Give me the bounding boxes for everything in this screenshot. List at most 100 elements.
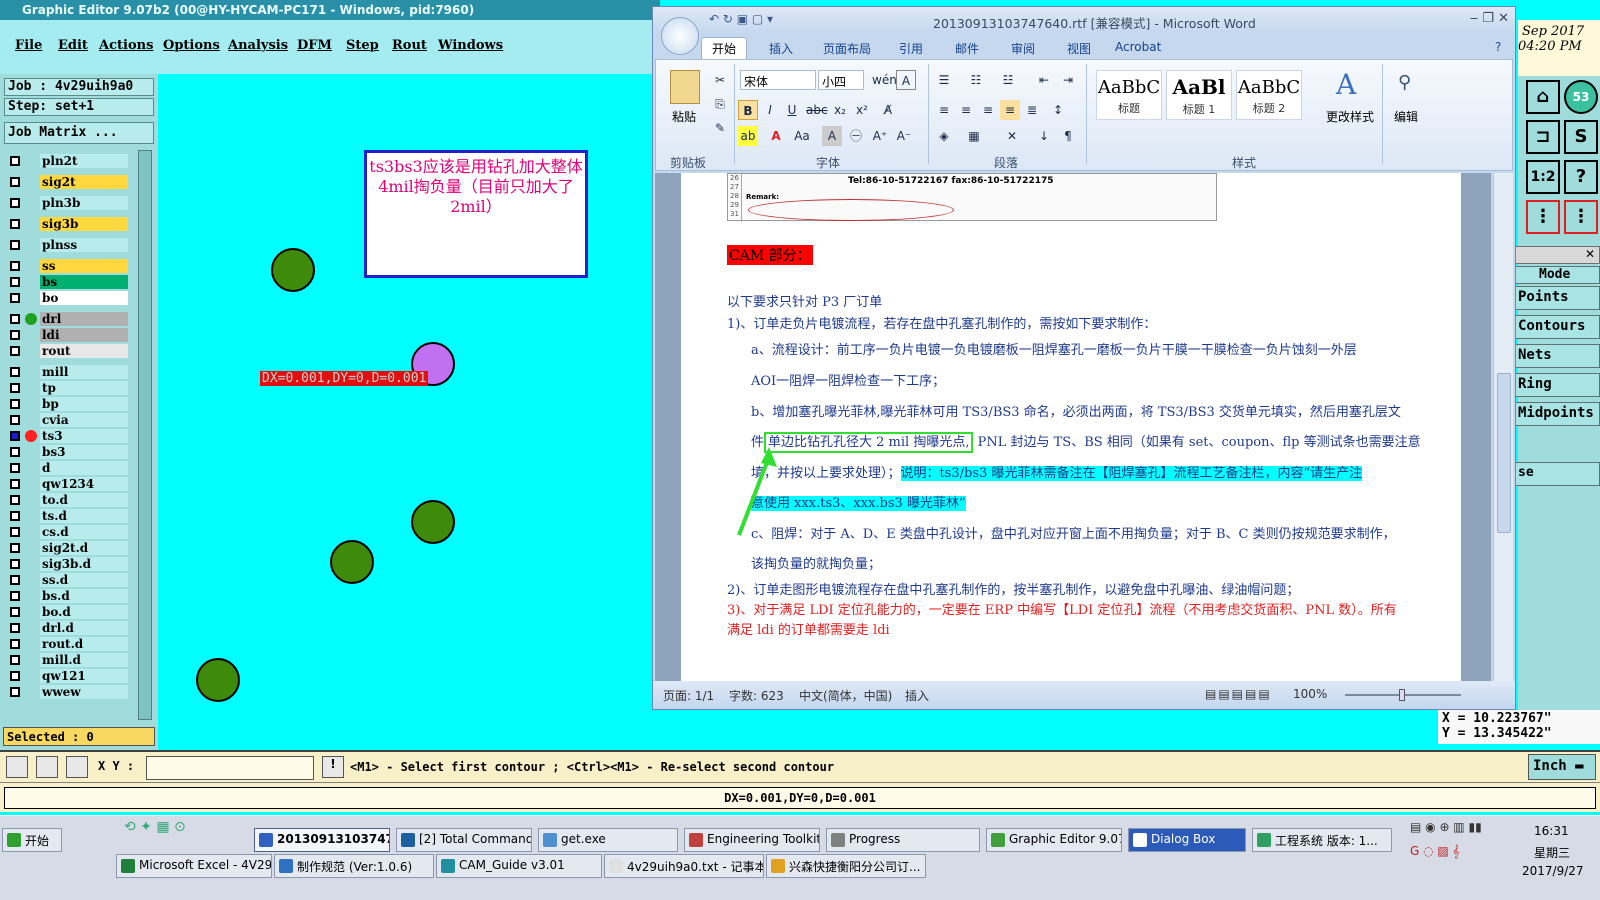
snap-icon[interactable]: ⊐ [1526, 120, 1560, 154]
home-icon[interactable]: ⌂ [1526, 80, 1560, 114]
layer-name[interactable]: rout.d [40, 637, 128, 651]
decrease-indent-icon[interactable]: ⇤ [1034, 70, 1054, 90]
layer-checkbox[interactable] [10, 314, 20, 324]
layer-name[interactable]: bo.d [40, 605, 128, 619]
menu-edit[interactable]: Edit [58, 38, 88, 53]
tool2-icon[interactable] [36, 756, 58, 778]
layer-row[interactable]: d [6, 461, 128, 475]
taskbar-button[interactable]: Graphic Editor 9.07b... [986, 828, 1122, 852]
layer-name[interactable]: sig2t.d [40, 541, 128, 555]
layer-checkbox[interactable] [10, 495, 20, 505]
snap-midpoints[interactable]: Midpoints [1514, 402, 1600, 426]
char-shading-icon[interactable]: A [822, 126, 842, 146]
justify-icon[interactable]: ≡ [1000, 100, 1020, 120]
layer-checkbox[interactable] [10, 277, 20, 287]
superscript-icon[interactable]: x² [852, 100, 872, 120]
layer-row[interactable]: qw1234 [6, 477, 128, 491]
document-page[interactable]: 26 27 28 29 31 Tel:86-10-51722167 fax:86-10-… [681, 173, 1461, 681]
layer-checkbox[interactable] [10, 623, 20, 633]
start-button[interactable]: 开始 [2, 828, 62, 852]
layer-row[interactable]: bo [6, 291, 128, 305]
italic-icon[interactable]: I [760, 100, 780, 120]
layer-name[interactable]: rout [40, 344, 128, 358]
subscript-icon[interactable]: x₂ [830, 100, 850, 120]
layer-row[interactable]: rout.d [6, 637, 128, 651]
layer-tool2-icon[interactable]: ⋮ [1564, 200, 1598, 234]
grid-icon[interactable] [66, 756, 88, 778]
tab-mailings[interactable]: 邮件 [955, 40, 979, 57]
layer-row[interactable]: cvia [6, 413, 128, 427]
tab-insert[interactable]: 插入 [769, 40, 793, 57]
taskbar-button[interactable]: Dialog Box [1128, 828, 1246, 852]
layer-row[interactable]: mill.d [6, 653, 128, 667]
menu-step[interactable]: Step [346, 38, 379, 53]
layer-row[interactable]: bs3 [6, 445, 128, 459]
phonetic-icon[interactable]: wén [872, 70, 897, 90]
align-center-icon[interactable]: ≡ [956, 100, 976, 120]
layer-checkbox[interactable] [10, 479, 20, 489]
font-name-select[interactable]: 宋体 [740, 70, 816, 90]
layer-checkbox[interactable] [10, 346, 20, 356]
layer-name[interactable]: ts.d [40, 509, 128, 523]
layer-name[interactable]: qw1234 [40, 477, 128, 491]
change-styles-icon[interactable]: A [1336, 68, 1356, 101]
shrink-font-icon[interactable]: A⁻ [894, 126, 914, 146]
quick-access-toolbar[interactable]: ↶ ↻ ▣ ▢ ▾ [709, 12, 773, 26]
status-words[interactable]: 字数: 623 [729, 687, 784, 704]
taskbar-button[interactable]: 兴森快捷衡阳分公司订... [766, 854, 926, 878]
layer-name[interactable]: pln3b [40, 196, 128, 210]
font-size-select[interactable]: 小四 [818, 70, 864, 90]
menu-file[interactable]: File [15, 38, 42, 53]
layer-checkbox[interactable] [10, 655, 20, 665]
menu-dfm[interactable]: DFM [297, 38, 332, 53]
scroll-thumb[interactable] [1497, 373, 1511, 533]
align-left-icon[interactable]: ≡ [934, 100, 954, 120]
status-page[interactable]: 页面: 1/1 [663, 687, 714, 704]
layer-name[interactable]: tp [40, 381, 128, 395]
layer-row[interactable]: ts.d [6, 509, 128, 523]
layer-checkbox[interactable] [10, 240, 20, 250]
tool1-icon[interactable] [6, 756, 28, 778]
paste-icon[interactable] [670, 70, 700, 104]
style-heading-1[interactable]: AaBl 标题 1 [1166, 70, 1232, 120]
menu-analysis[interactable]: Analysis [228, 38, 288, 53]
paste-label[interactable]: 粘贴 [672, 108, 696, 125]
layer-name[interactable]: cs.d [40, 525, 128, 539]
highlight-icon[interactable]: ab [738, 126, 758, 146]
layer-name[interactable]: to.d [40, 493, 128, 507]
menu-windows[interactable]: Windows [438, 38, 503, 53]
layer-row[interactable]: tp [6, 381, 128, 395]
sort-icon[interactable]: ↓ [1034, 126, 1054, 146]
layer-row[interactable]: cs.d [6, 525, 128, 539]
tab-references[interactable]: 引用 [899, 40, 923, 57]
snap-contours[interactable]: Contours [1514, 315, 1600, 339]
layer-checkbox[interactable] [10, 156, 20, 166]
layer-checkbox[interactable] [10, 463, 20, 473]
ratio-icon[interactable]: 1:2 [1526, 160, 1560, 194]
layer-checkbox[interactable] [10, 431, 20, 441]
layer-scrollbar[interactable] [138, 150, 152, 720]
layer-name[interactable]: bs [40, 275, 128, 289]
numbering-icon[interactable]: ☷ [966, 70, 986, 90]
help-icon[interactable]: ? [1564, 160, 1598, 194]
layer-name[interactable]: bs.d [40, 589, 128, 603]
format-painter-icon[interactable]: ✎ [710, 118, 730, 138]
layer-checkbox[interactable] [10, 671, 20, 681]
change-case-icon[interactable]: Aa [792, 126, 812, 146]
zoom-slider[interactable] [1345, 689, 1461, 701]
grow-font-icon[interactable]: A⁺ [870, 126, 890, 146]
layer-checkbox[interactable] [10, 367, 20, 377]
taskbar-button[interactable]: [2] Total Commander... [396, 828, 532, 852]
job-matrix-button[interactable]: Job Matrix ... [4, 122, 154, 144]
alert-icon[interactable]: ! [322, 756, 344, 778]
cut-icon[interactable]: ✂ [710, 70, 730, 90]
layer-row[interactable]: to.d [6, 493, 128, 507]
menu-options[interactable]: Options [163, 38, 220, 53]
layer-checkbox[interactable] [10, 575, 20, 585]
layer-row[interactable]: drl.d [6, 621, 128, 635]
layer-row[interactable]: bo.d [6, 605, 128, 619]
layer-checkbox[interactable] [10, 399, 20, 409]
layer-name[interactable]: mill.d [40, 653, 128, 667]
layer-checkbox[interactable] [10, 330, 20, 340]
layer-name[interactable]: sig3b [40, 217, 128, 231]
